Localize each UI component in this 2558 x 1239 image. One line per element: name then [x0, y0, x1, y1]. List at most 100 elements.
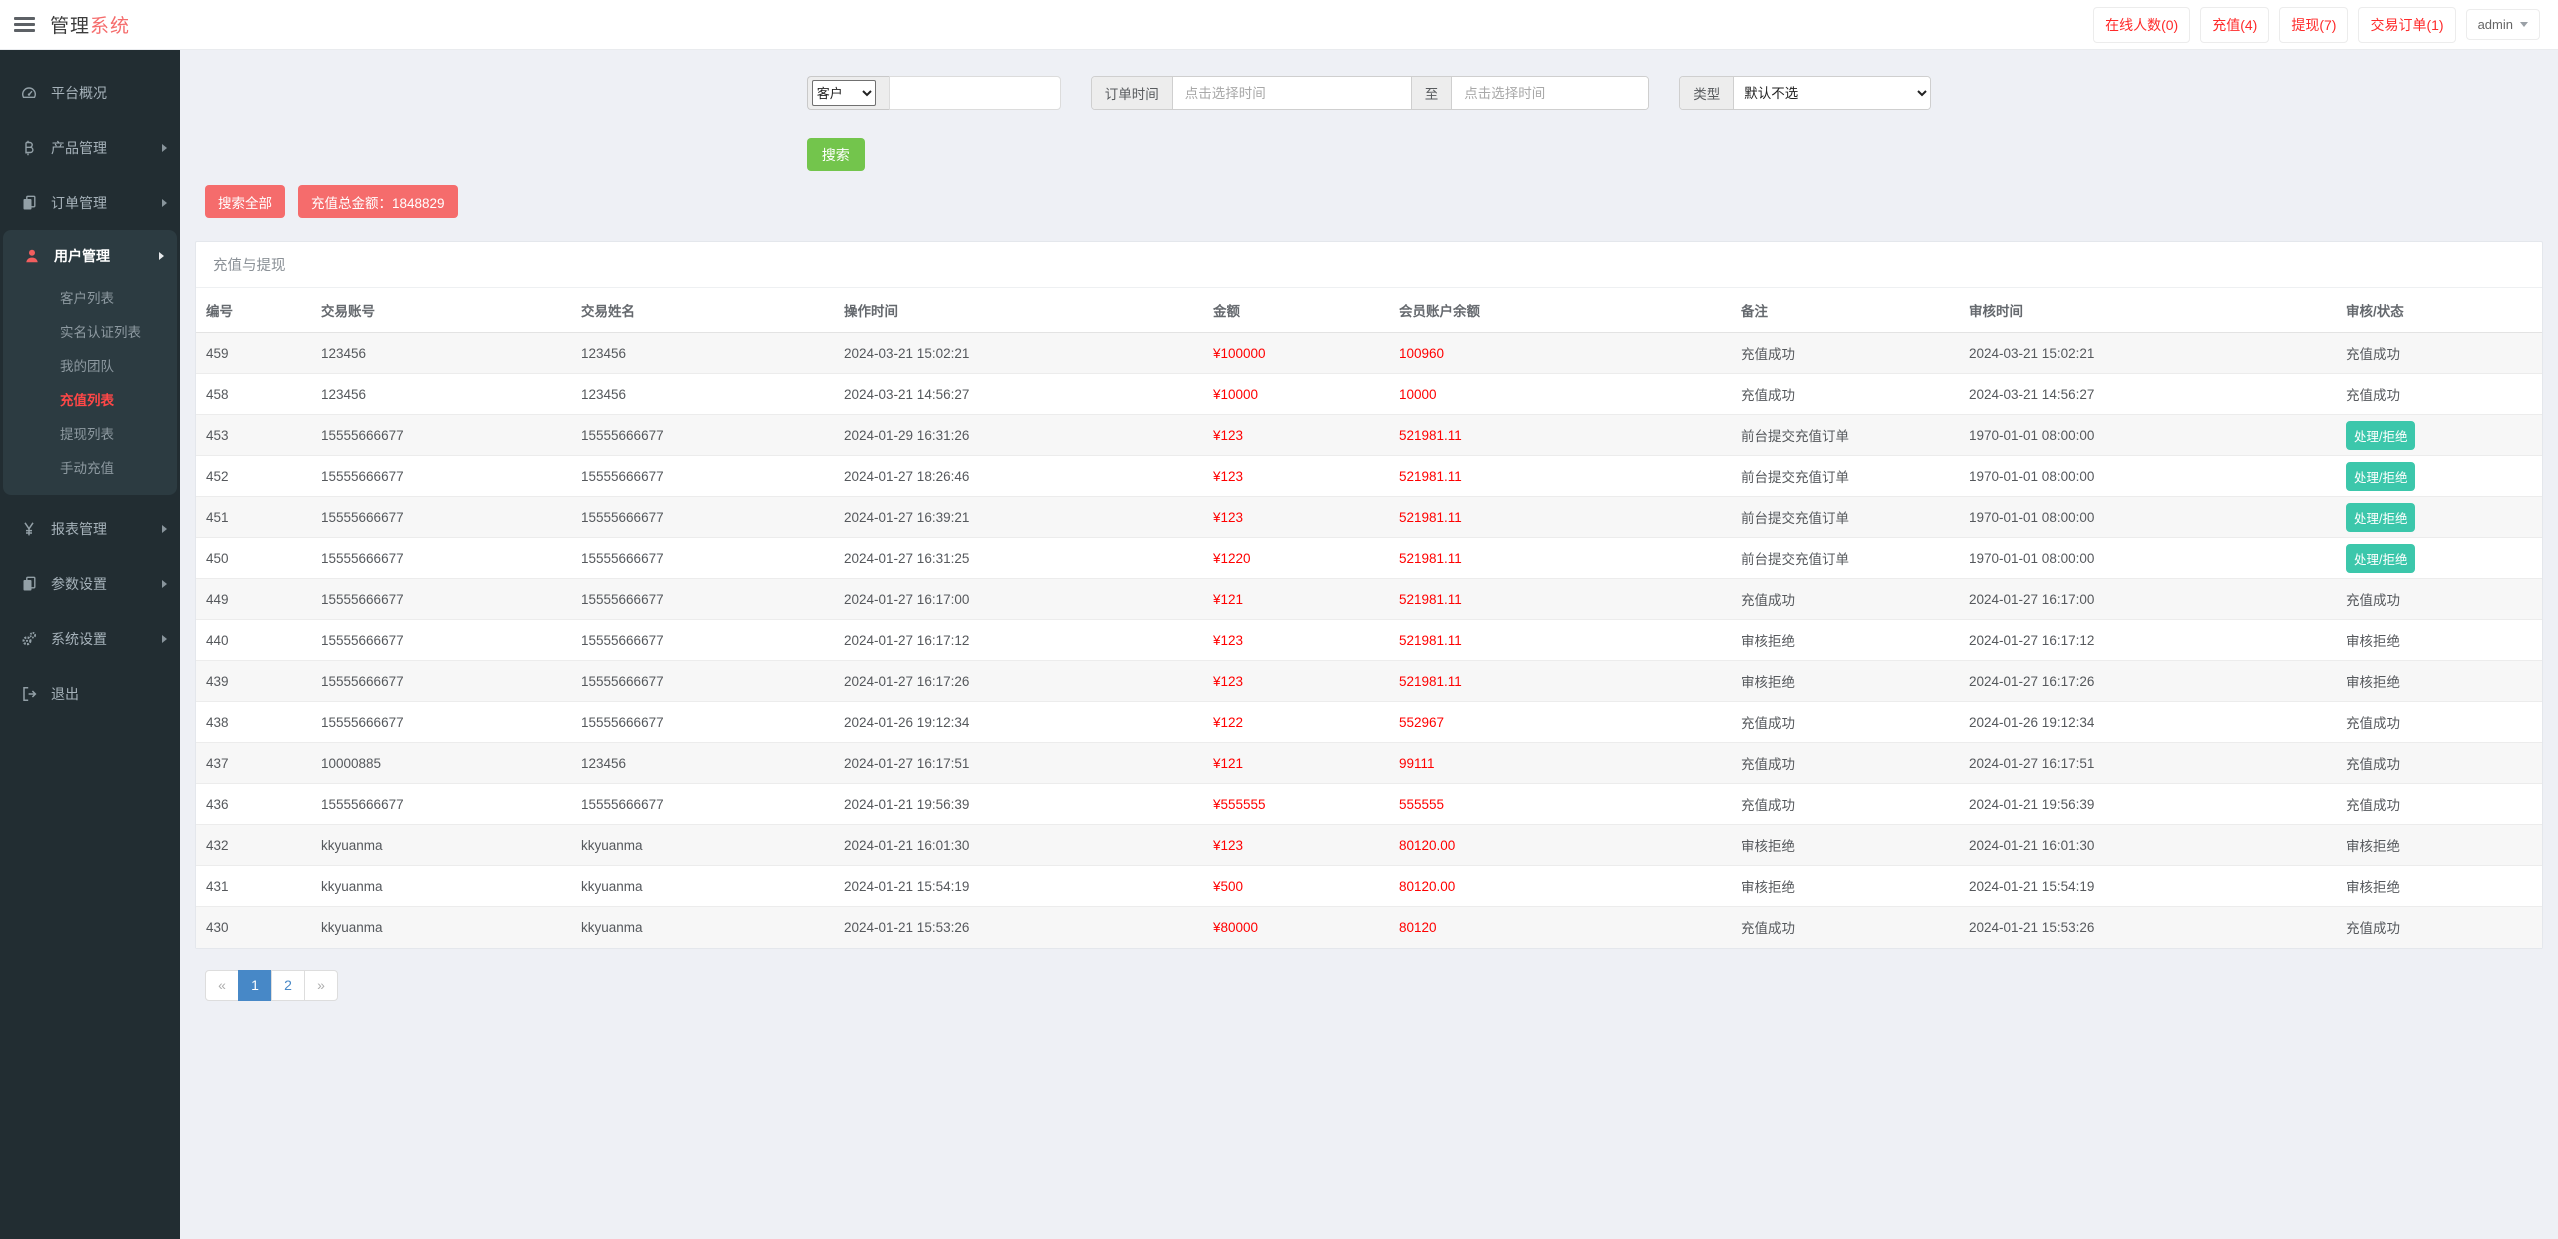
cell-name: kkyuanma: [581, 878, 643, 894]
cell-remark: 充值成功: [1741, 798, 1795, 813]
cell-name: 123456: [581, 386, 627, 402]
cell-status: 处理/拒绝: [2336, 497, 2542, 538]
sidebar-item-用户管理[interactable]: 用户管理: [3, 230, 177, 282]
total-amount-badge[interactable]: 充值总金额：1848829: [298, 185, 458, 218]
sidebar-item-产品管理[interactable]: 产品管理: [0, 120, 180, 175]
records-table: 编号 交易账号 交易姓名 操作时间 金额 会员账户余额 备注 审核时间 审核/状态 459 123…: [196, 288, 2542, 948]
hamburger-icon[interactable]: [14, 17, 35, 32]
sidebar-subitem-客户列表[interactable]: 客户列表: [3, 282, 177, 316]
table-row: 432 kkyuanma kkyuanma 2024-01-21 16:01:30 ¥1…: [196, 824, 2542, 866]
sidebar-item-label: 报表管理: [51, 520, 107, 537]
cell-balance: 10000: [1399, 386, 1437, 402]
chevron-right-icon: [162, 198, 167, 207]
cell-remark: 充值成功: [1741, 347, 1795, 362]
cell-name: kkyuanma: [581, 919, 643, 935]
logout-icon: [21, 686, 40, 702]
sidebar-subitem-手动充值[interactable]: 手动充值: [3, 452, 177, 486]
cell-account: kkyuanma: [321, 878, 383, 894]
table-row: 451 15555666677 15555666677 2024-01-27 16:3…: [196, 496, 2542, 538]
recharge-withdraw-panel: 充值与提现 编号 交易账号 交易姓名 操作时间 金额 会员账户余额 备注 审核时间 审核/状态 …: [195, 241, 2543, 949]
table-row: 431 kkyuanma kkyuanma 2024-01-21 15:54:19 ¥5…: [196, 865, 2542, 907]
cell-id: 440: [206, 632, 229, 648]
pagination-prev[interactable]: «: [205, 969, 239, 1001]
cell-remark: 充值成功: [1741, 388, 1795, 403]
cell-name: 123456: [581, 755, 627, 771]
pagination-page-2[interactable]: 2: [271, 969, 305, 1001]
brand-primary: 管理: [50, 16, 91, 37]
topbar-stat-button[interactable]: 充值(4): [2200, 6, 2270, 43]
time-from-input[interactable]: [1172, 77, 1411, 109]
column-header: 审核时间: [1959, 288, 2336, 333]
cell-balance: 521981.11: [1399, 427, 1462, 443]
user-menu-button[interactable]: admin: [2465, 9, 2540, 40]
pagination-page-1[interactable]: 1: [238, 969, 272, 1001]
chevron-right-icon: [162, 579, 167, 588]
pagination-next[interactable]: »: [304, 969, 338, 1001]
table-row: 436 15555666677 15555666677 2024-01-21 19:5…: [196, 783, 2542, 825]
top-header: 管理系统 在线人数(0) 充值(4) 提现(7) 交易订单(1) admin: [0, 0, 2558, 50]
cell-audit_time: 2024-01-27 16:17:00: [1969, 591, 2095, 607]
sidebar-item-平台概况[interactable]: 平台概况: [0, 65, 180, 120]
cell-remark: 前台提交充值订单: [1741, 511, 1849, 526]
sidebar-item-报表管理[interactable]: 报表管理: [0, 501, 180, 556]
time-to-input[interactable]: [1452, 77, 1649, 109]
topbar-stat-button[interactable]: 在线人数(0): [2093, 6, 2191, 43]
topbar-stat-button[interactable]: 提现(7): [2279, 6, 2349, 43]
sidebar-menu: 平台概况 产品管理 订单管理 用户管理 客户列表 实名认证列表 我的团队 充值列表 提现列表 手动…: [0, 50, 180, 1239]
cell-audit_time: 2024-01-27 16:17:51: [1969, 755, 2095, 771]
cell-op_time: 2024-01-27 16:17:00: [844, 591, 970, 607]
cell-status: 充值成功: [2346, 593, 2400, 608]
cell-amount: ¥123: [1213, 837, 1244, 853]
cell-status: 充值成功: [2346, 798, 2400, 813]
cell-balance: 99111: [1399, 755, 1435, 771]
column-header: 会员账户余额: [1389, 288, 1731, 333]
table-row: 458 123456 123456 2024-03-21 14:56:27 ¥10000…: [196, 373, 2542, 415]
table-row: 459 123456 123456 2024-03-21 15:02:21 ¥10000…: [196, 332, 2542, 374]
sidebar-item-订单管理[interactable]: 订单管理: [0, 175, 180, 230]
sidebar-item-参数设置[interactable]: 参数设置: [0, 556, 180, 611]
type-select[interactable]: 默认不选: [1734, 77, 1931, 109]
topbar-stat-button[interactable]: 交易订单(1): [2358, 6, 2456, 43]
process-reject-button[interactable]: 处理/拒绝: [2346, 502, 2416, 532]
gears-icon: [21, 631, 40, 647]
cell-audit_time: 2024-03-21 15:02:21: [1969, 345, 2095, 361]
cell-remark: 充值成功: [1741, 593, 1795, 608]
cell-audit_time: 1970-01-01 08:00:00: [1969, 550, 2095, 566]
brand-logo[interactable]: 管理系统: [50, 11, 130, 38]
cell-status: 充值成功: [2346, 921, 2400, 937]
process-reject-button[interactable]: 处理/拒绝: [2346, 420, 2416, 450]
sidebar-subitem-提现列表[interactable]: 提现列表: [3, 418, 177, 452]
cell-id: 438: [206, 714, 229, 730]
cell-remark: 审核拒绝: [1741, 634, 1795, 649]
sidebar-subitem-实名认证列表[interactable]: 实名认证列表: [3, 316, 177, 350]
filter-bar: 客户 订单时间 至 类型 默认不选 搜索: [806, 76, 1932, 171]
cell-name: 15555666677: [581, 673, 664, 689]
sidebar-item-系统设置[interactable]: 系统设置: [0, 611, 180, 666]
customer-type-select[interactable]: 客户: [811, 80, 876, 106]
sidebar-item-退出[interactable]: 退出: [0, 666, 180, 721]
cell-audit_time: 2024-01-21 15:53:26: [1969, 919, 2095, 935]
sidebar-subitem-我的团队[interactable]: 我的团队: [3, 350, 177, 384]
table-row: 438 15555666677 15555666677 2024-01-26 19:1…: [196, 701, 2542, 743]
column-header: 金额: [1203, 288, 1389, 333]
process-reject-button[interactable]: 处理/拒绝: [2346, 543, 2416, 573]
search-button[interactable]: 搜索: [806, 138, 865, 171]
cell-amount: ¥123: [1213, 468, 1244, 484]
cell-amount: ¥123: [1213, 427, 1244, 443]
table-row: 439 15555666677 15555666677 2024-01-27 16:1…: [196, 660, 2542, 702]
column-header: 交易姓名: [571, 288, 834, 333]
cell-status: 审核拒绝: [2346, 634, 2400, 649]
cell-op_time: 2024-01-21 19:56:39: [844, 796, 970, 812]
topbar-actions: 在线人数(0) 充值(4) 提现(7) 交易订单(1) admin: [2093, 6, 2558, 43]
cell-op_time: 2024-03-21 15:02:21: [844, 345, 970, 361]
cell-audit_time: 1970-01-01 08:00:00: [1969, 509, 2095, 525]
cell-status: 审核拒绝: [2346, 839, 2400, 854]
sidebar-subitem-充值列表[interactable]: 充值列表: [3, 384, 177, 418]
process-reject-button[interactable]: 处理/拒绝: [2346, 461, 2416, 491]
search-all-button[interactable]: 搜索全部: [205, 185, 285, 218]
chevron-right-icon: [162, 634, 167, 643]
cell-id: 451: [206, 509, 229, 525]
keyword-input[interactable]: [888, 76, 1061, 110]
gauge-icon: [21, 85, 40, 101]
cell-name: 15555666677: [581, 591, 664, 607]
